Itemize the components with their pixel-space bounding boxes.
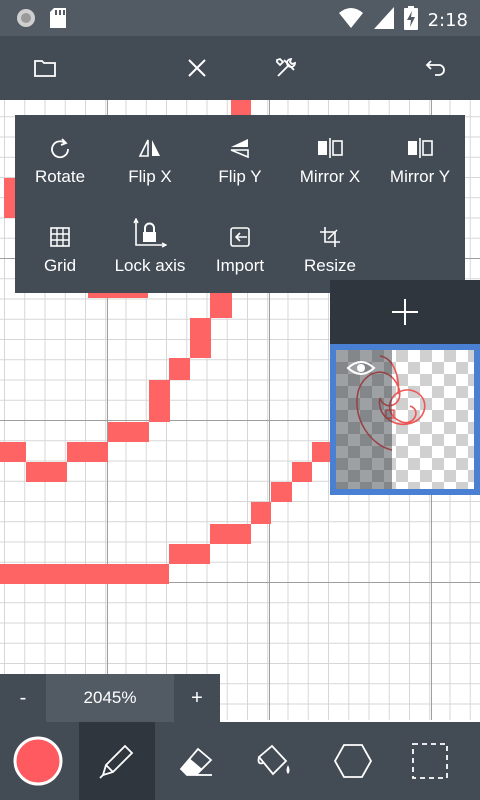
pencil-icon bbox=[99, 744, 134, 779]
grid-icon bbox=[50, 227, 70, 247]
pixel bbox=[292, 462, 312, 482]
eraser-icon bbox=[179, 747, 213, 776]
layer-thumbnail[interactable] bbox=[330, 344, 480, 495]
zoom-bar: - 2045% + bbox=[0, 674, 220, 722]
eraser-tool[interactable] bbox=[158, 722, 234, 800]
shape-tool[interactable] bbox=[315, 722, 391, 800]
pixel bbox=[231, 100, 251, 115]
rotate-icon bbox=[51, 138, 69, 159]
tools-icon bbox=[276, 57, 296, 77]
flip-x-label: Flip X bbox=[128, 167, 172, 186]
color-swatch bbox=[13, 736, 63, 786]
flip-y-button[interactable]: Flip Y bbox=[195, 115, 285, 204]
battery-charging-icon bbox=[403, 6, 418, 35]
sd-card-icon bbox=[50, 8, 66, 33]
resize-icon bbox=[320, 227, 340, 247]
selection-tool[interactable] bbox=[392, 722, 468, 800]
flip-x-icon bbox=[138, 139, 160, 157]
pixel bbox=[169, 358, 190, 380]
pixel bbox=[0, 442, 26, 462]
color-picker-button[interactable] bbox=[0, 722, 76, 800]
status-bar: 2:18 bbox=[0, 0, 480, 36]
undo-icon bbox=[425, 60, 445, 76]
lock-axis-icon bbox=[133, 218, 167, 248]
pixel bbox=[169, 544, 210, 564]
close-icon bbox=[188, 59, 206, 77]
folder-icon bbox=[34, 60, 56, 77]
zoom-in-button[interactable]: + bbox=[174, 674, 220, 722]
pencil-tool[interactable] bbox=[79, 722, 155, 800]
plus-icon bbox=[392, 299, 418, 325]
flip-y-icon bbox=[230, 139, 249, 159]
rotate-button[interactable]: Rotate bbox=[15, 115, 105, 204]
pixel bbox=[67, 442, 108, 462]
close-button[interactable] bbox=[169, 36, 225, 100]
import-button[interactable]: Import bbox=[195, 204, 285, 293]
import-label: Import bbox=[215, 256, 265, 275]
zoom-out-button[interactable]: - bbox=[0, 674, 46, 722]
tools-bar bbox=[0, 722, 480, 800]
zoom-level: 2045% bbox=[83, 688, 137, 707]
flip-x-button[interactable]: Flip X bbox=[105, 115, 195, 204]
lock-axis-label: Lock axis bbox=[114, 256, 186, 275]
top-toolbar bbox=[0, 36, 480, 100]
paint-bucket-tool[interactable] bbox=[237, 722, 313, 800]
import-icon bbox=[230, 227, 250, 247]
circle-notification-icon bbox=[16, 8, 36, 33]
cellular-signal-icon bbox=[373, 7, 394, 34]
undo-button[interactable] bbox=[408, 36, 464, 100]
pixel bbox=[190, 318, 211, 358]
pixel bbox=[0, 564, 169, 584]
pixel bbox=[210, 524, 251, 544]
wifi-icon bbox=[338, 7, 364, 34]
pixel bbox=[251, 502, 271, 524]
pixel bbox=[210, 293, 232, 318]
add-layer-button[interactable] bbox=[330, 280, 480, 344]
hexagon-shape-icon bbox=[333, 744, 373, 778]
flip-y-label: Flip Y bbox=[218, 167, 262, 186]
pixel bbox=[312, 442, 330, 462]
pixel bbox=[108, 422, 149, 442]
mirror-x-button[interactable]: Mirror X bbox=[285, 115, 375, 204]
selection-icon bbox=[412, 743, 448, 779]
clock: 2:18 bbox=[427, 10, 468, 31]
mirror-y-icon bbox=[408, 138, 433, 158]
mirror-y-label: Mirror Y bbox=[389, 167, 451, 186]
rotate-label: Rotate bbox=[34, 167, 86, 186]
transform-menu: Rotate Flip X Flip Y Mirror X Mirror Y G… bbox=[15, 115, 465, 293]
pixel bbox=[149, 380, 170, 422]
lock-axis-button[interactable]: Lock axis bbox=[105, 204, 195, 293]
pixel bbox=[26, 462, 67, 482]
layers-panel bbox=[330, 280, 480, 495]
layer-visibility-toggle[interactable] bbox=[346, 358, 376, 383]
grid-button[interactable]: Grid bbox=[15, 204, 105, 293]
grid-label: Grid bbox=[43, 256, 77, 275]
eye-icon bbox=[346, 361, 376, 375]
pixel bbox=[271, 482, 292, 502]
mirror-y-button[interactable]: Mirror Y bbox=[375, 115, 465, 204]
tools-button[interactable] bbox=[258, 36, 314, 100]
paint-bucket-icon bbox=[257, 744, 290, 776]
mirror-x-label: Mirror X bbox=[299, 167, 361, 186]
mirror-x-icon bbox=[318, 138, 343, 158]
folder-button[interactable] bbox=[17, 36, 73, 100]
resize-label: Resize bbox=[304, 256, 356, 275]
